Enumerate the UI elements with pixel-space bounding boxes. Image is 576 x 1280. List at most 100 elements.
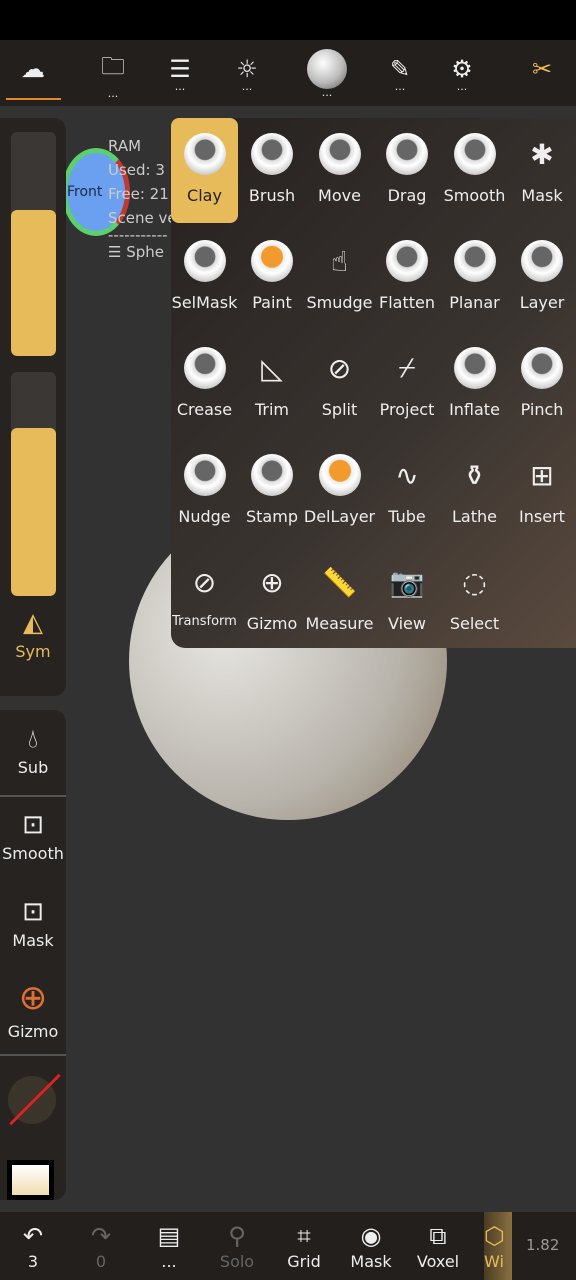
tool-smooth[interactable]: Smooth [441,118,508,225]
tool-nudge[interactable]: Nudge [171,439,238,546]
more-dots: ... [321,86,333,99]
divider [0,795,66,797]
wireframe-button[interactable]: ⬡ Wi [484,1212,512,1280]
tools-icon: ✂ [531,55,553,83]
sub-label: Sub [17,758,49,777]
tool-label: Flatten [379,293,435,312]
toolbar-layers-button[interactable]: ☰... [150,40,210,106]
redo-button[interactable]: ↷ 0 [68,1212,134,1280]
tool-trim[interactable]: ◺ Trim [239,332,306,439]
alpha-texture-button[interactable] [8,1073,61,1126]
tool-drag[interactable]: Drag [374,118,441,225]
more-dots: ... [456,80,468,93]
tool-stamp[interactable]: Stamp [239,439,306,546]
ram-free: Free: 21 [108,185,169,203]
redo-count: 0 [95,1251,107,1271]
tool-flatten[interactable]: Flatten [374,225,441,332]
mask-label: Mask [350,1251,392,1271]
tool-mask[interactable]: ✱ Mask [509,118,576,225]
undo-button[interactable]: ↶ 3 [0,1212,66,1280]
tool-pinch[interactable]: Pinch [509,332,576,439]
tool-label: Crease [176,400,233,419]
tool-label: Tube [388,507,426,526]
tool-selmask[interactable]: SelMask [171,225,238,332]
mask-toggle-button[interactable]: ◉ Mask [338,1212,404,1280]
tool-insert[interactable]: ⊞ Insert [509,439,576,546]
more-dots: ... [241,80,253,93]
tool-split[interactable]: ⊘ Split [306,332,373,439]
divider [0,1054,66,1056]
tool-tube[interactable]: ∿ Tube [374,439,441,546]
gizmo-shortcut-button[interactable]: ⊕ Gizmo [0,978,66,1041]
pinch-icon [520,346,564,390]
folder-icon: 🗀 [101,51,125,80]
smooth-label: Smooth [2,844,64,863]
tool-transform[interactable]: ⊘ Transform [171,546,238,653]
tool-lathe[interactable]: ⚱ Lathe [441,439,508,546]
tool-smudge[interactable]: ☝ Smudge [306,225,373,332]
radius-slider[interactable] [11,132,56,356]
toolbar-light-button[interactable]: ☼... [217,40,277,106]
tool-label: Gizmo [246,614,298,633]
redo-icon: ↷ [90,1221,112,1250]
symmetry-icon: ◭ [23,608,43,638]
wireframe-label: Wi [484,1251,504,1271]
tool-dellayer[interactable]: DelLayer [304,439,375,546]
tool-layer[interactable]: Layer [509,225,576,332]
sub-button[interactable]: 💧︎ Sub [0,724,66,777]
inflate-icon [453,346,497,390]
wireframe-icon: ⬡ [484,1221,505,1250]
tool-planar[interactable]: Planar [441,225,508,332]
solo-button[interactable]: ⚲ Solo [204,1212,270,1280]
toolbar-scene-button[interactable]: ☁ [3,40,63,106]
grid-icon: ⌗ [297,1221,311,1250]
tool-crease[interactable]: Crease [171,332,238,439]
toolbar-folder-button[interactable]: 🗀... [83,40,143,106]
tool-gizmo[interactable]: ⊕ Gizmo [239,546,306,653]
planar-icon [453,239,497,283]
voxel-button[interactable]: ⧉ Voxel [405,1212,471,1280]
symmetry-button[interactable]: ◭ Sym [0,608,66,661]
clay-icon [183,132,227,176]
mask-shortcut-button[interactable]: ⊡ Mask [0,897,66,950]
top-toolbar: ☁ 🗀... ☰... ☼...... ✎... ⚙... ✂ [0,40,576,106]
smooth-shortcut-button[interactable]: ⊡ Smooth [0,810,66,863]
material-sphere-icon [307,49,347,89]
active-tab-indicator [6,98,61,100]
tool-clay[interactable]: Clay [171,118,238,223]
tool-label: Nudge [178,507,231,526]
tool-inflate[interactable]: Inflate [441,332,508,439]
toolbar-tools-button[interactable]: ✂ [512,40,572,106]
toolbar-paint-button[interactable]: ✎... [370,40,430,106]
color-swatch[interactable] [7,1160,54,1200]
tool-select[interactable]: ◌ Select [441,546,508,653]
gizmo-icon: ⊕ [260,565,284,599]
version-label: 1.82 [526,1236,560,1254]
tool-measure[interactable]: 📏 Measure [305,546,374,653]
dellayer-icon [318,453,362,497]
stamp-icon [250,453,294,497]
tool-move[interactable]: Move [306,118,373,225]
history-button[interactable]: ▤... [136,1212,202,1280]
intensity-slider[interactable] [11,372,56,596]
toolbar-settings-button[interactable]: ⚙... [432,40,492,106]
tool-paint[interactable]: Paint [239,225,306,332]
tool-label: Project [379,400,435,419]
grid-button[interactable]: ⌗ Grid [271,1212,337,1280]
bottom-toolbar: ↶ 3 ↷ 0 ▤... ⚲ Solo ⌗ Grid ◉ Mask ⧉ Voxel ⬡ Wi … [0,1212,576,1280]
undo-icon: ↶ [22,1221,44,1250]
more-dots: ... [107,86,119,100]
tool-view[interactable]: 📷 View [374,546,441,653]
tool-project[interactable]: ⌿ Project [374,332,441,439]
scene-icon: ☁ [21,55,45,83]
tool-label: Move [318,186,361,205]
tools-menu: Clay Brush Move Drag Smooth ✱ Mask SelMask Paint… [171,118,576,648]
tool-label: Measure [305,614,374,633]
tool-brush[interactable]: Brush [239,118,306,225]
ram-label: RAM [108,137,142,155]
tool-label: Pinch [520,400,564,419]
tool-label: Paint [252,293,292,312]
smooth-icon: ⊡ [22,810,44,840]
toolbar-material-sphere-button[interactable]: ... [297,40,357,106]
slider-fill [11,210,56,356]
